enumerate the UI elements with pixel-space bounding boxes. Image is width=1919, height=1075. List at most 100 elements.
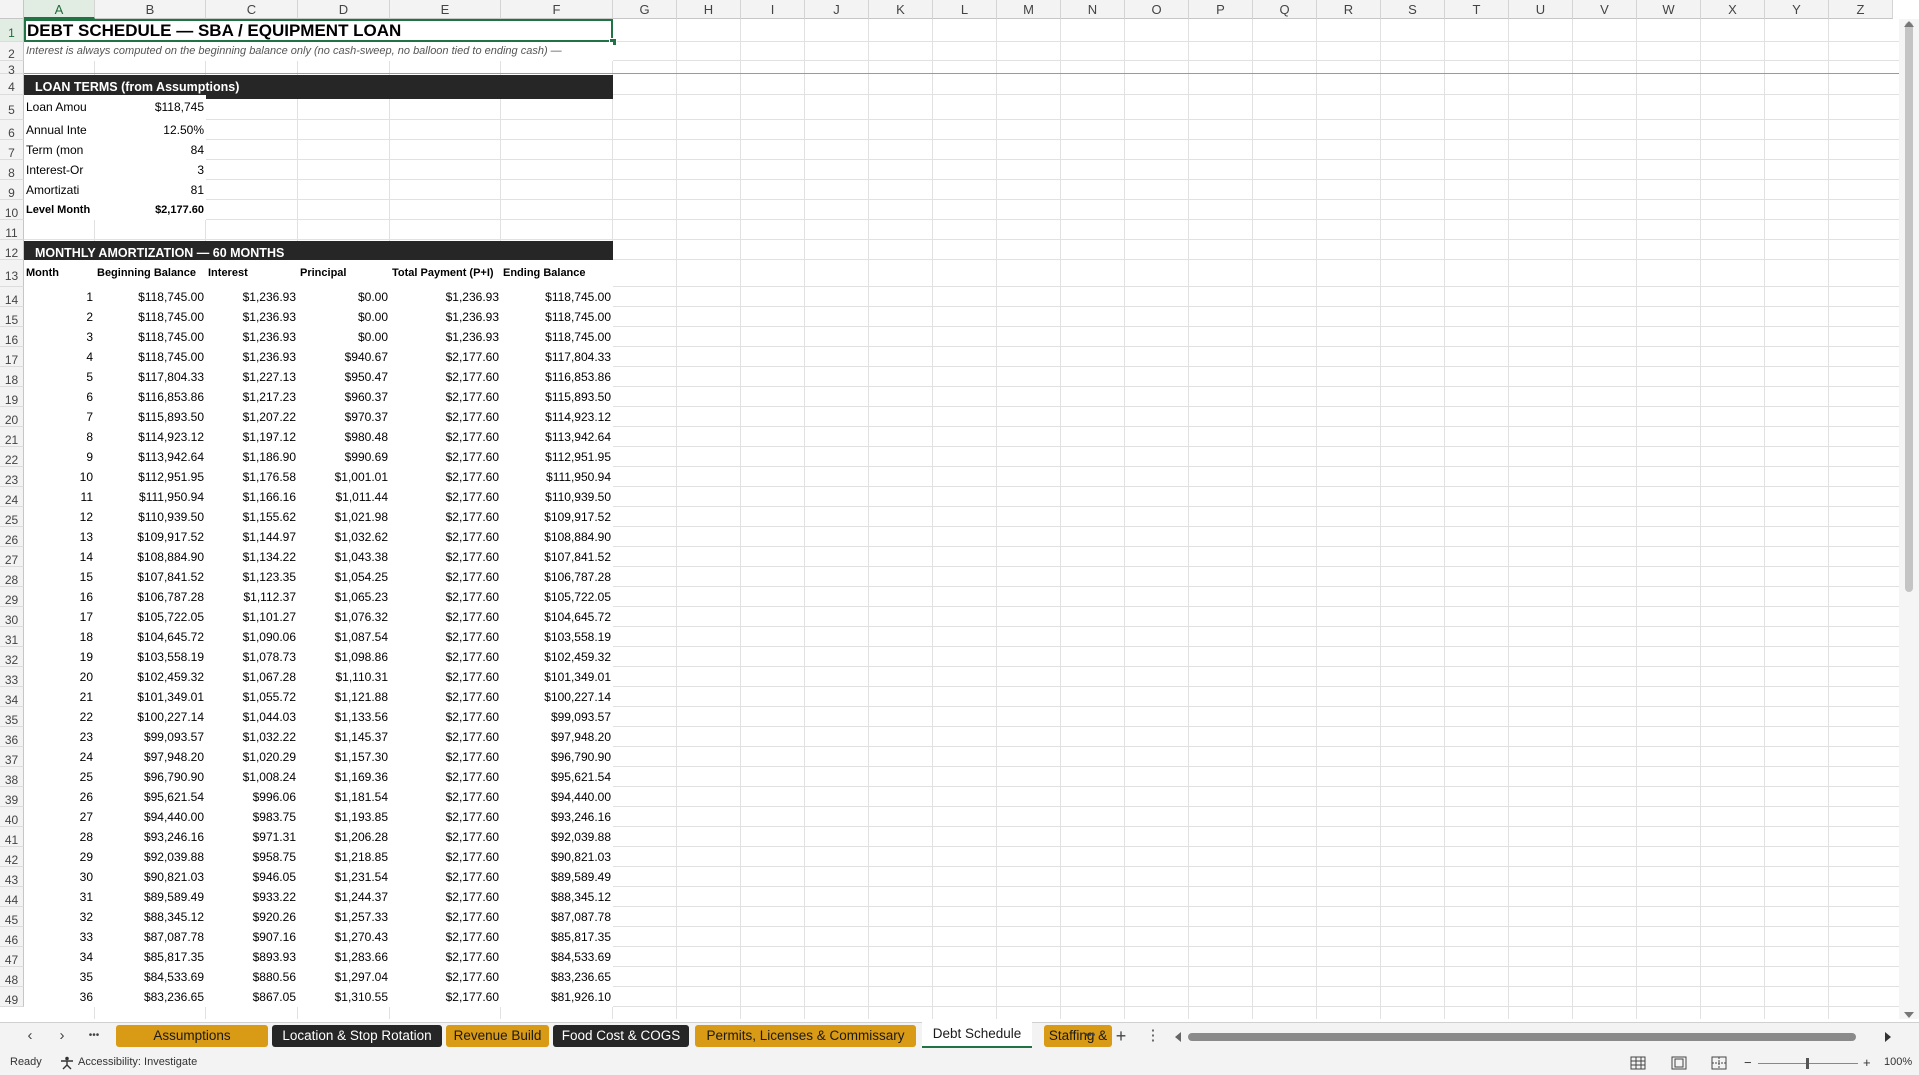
row-header-6[interactable]: 6 bbox=[0, 120, 24, 140]
column-header-h[interactable]: H bbox=[677, 0, 741, 19]
row-header-4[interactable]: 4 bbox=[0, 74, 24, 95]
row-header-24[interactable]: 24 bbox=[0, 487, 24, 507]
row-header-17[interactable]: 17 bbox=[0, 347, 24, 367]
normal-view-icon[interactable] bbox=[1630, 1056, 1646, 1070]
column-header-l[interactable]: L bbox=[933, 0, 997, 19]
column-header-y[interactable]: Y bbox=[1765, 0, 1829, 19]
accessibility-status[interactable]: Accessibility: Investigate bbox=[78, 1055, 197, 1070]
column-header-u[interactable]: U bbox=[1509, 0, 1573, 19]
row-header-42[interactable]: 42 bbox=[0, 847, 24, 867]
row-header-11[interactable]: 11 bbox=[0, 220, 24, 240]
column-header-f[interactable]: F bbox=[501, 0, 613, 19]
row-header-25[interactable]: 25 bbox=[0, 507, 24, 527]
prev-sheet-button[interactable]: ‹ bbox=[20, 1027, 40, 1045]
column-header-e[interactable]: E bbox=[390, 0, 501, 19]
column-header-s[interactable]: S bbox=[1381, 0, 1445, 19]
column-header-a[interactable]: A bbox=[24, 0, 95, 19]
row-header-18[interactable]: 18 bbox=[0, 367, 24, 387]
select-all-corner[interactable] bbox=[0, 0, 24, 19]
row-header-29[interactable]: 29 bbox=[0, 587, 24, 607]
sheet-tab-assumptions[interactable]: Assumptions bbox=[116, 1025, 268, 1047]
scroll-up-icon[interactable] bbox=[1903, 20, 1915, 28]
row-header-34[interactable]: 34 bbox=[0, 687, 24, 707]
row-header-33[interactable]: 33 bbox=[0, 667, 24, 687]
row-header-28[interactable]: 28 bbox=[0, 567, 24, 587]
accessibility-icon[interactable] bbox=[60, 1056, 74, 1070]
row-header-27[interactable]: 27 bbox=[0, 547, 24, 567]
row-header-23[interactable]: 23 bbox=[0, 467, 24, 487]
row-header-5[interactable]: 5 bbox=[0, 95, 24, 120]
row-header-31[interactable]: 31 bbox=[0, 627, 24, 647]
column-header-g[interactable]: G bbox=[613, 0, 677, 19]
row-header-45[interactable]: 45 bbox=[0, 907, 24, 927]
active-cell-selection[interactable] bbox=[24, 19, 613, 42]
row-header-9[interactable]: 9 bbox=[0, 180, 24, 200]
column-header-q[interactable]: Q bbox=[1253, 0, 1317, 19]
zoom-out-button[interactable]: − bbox=[1744, 1055, 1752, 1070]
horizontal-scroll-thumb[interactable] bbox=[1188, 1033, 1856, 1041]
sheet-tab-staffing[interactable]: Staffing & bbox=[1044, 1025, 1112, 1047]
sheet-options-button[interactable]: ⋮ bbox=[1143, 1027, 1163, 1045]
column-header-o[interactable]: O bbox=[1125, 0, 1189, 19]
row-header-20[interactable]: 20 bbox=[0, 407, 24, 427]
column-header-v[interactable]: V bbox=[1573, 0, 1637, 19]
scroll-left-icon[interactable] bbox=[1174, 1032, 1182, 1042]
scroll-right-icon[interactable] bbox=[1884, 1032, 1892, 1042]
row-header-40[interactable]: 40 bbox=[0, 807, 24, 827]
sheet-tab-food-cost-cogs[interactable]: Food Cost & COGS bbox=[553, 1025, 689, 1047]
row-header-39[interactable]: 39 bbox=[0, 787, 24, 807]
more-sheets-left-button[interactable]: ••• bbox=[84, 1027, 104, 1045]
row-header-12[interactable]: 12 bbox=[0, 240, 24, 260]
row-header-3[interactable]: 3 bbox=[0, 61, 24, 77]
sheet-tab-permits-licenses-commissary[interactable]: Permits, Licenses & Commissary bbox=[695, 1025, 916, 1047]
row-header-13[interactable]: 13 bbox=[0, 260, 24, 287]
column-header-j[interactable]: J bbox=[805, 0, 869, 19]
zoom-in-button[interactable]: + bbox=[1863, 1055, 1871, 1070]
column-header-w[interactable]: W bbox=[1637, 0, 1701, 19]
row-header-2[interactable]: 2 bbox=[0, 42, 24, 61]
sheet-tab-revenue-build[interactable]: Revenue Build bbox=[446, 1025, 549, 1047]
zoom-level[interactable]: 100% bbox=[1884, 1055, 1912, 1070]
row-header-44[interactable]: 44 bbox=[0, 887, 24, 907]
column-header-d[interactable]: D bbox=[298, 0, 390, 19]
row-header-32[interactable]: 32 bbox=[0, 647, 24, 667]
page-layout-icon[interactable] bbox=[1671, 1056, 1687, 1070]
zoom-slider-thumb[interactable] bbox=[1806, 1058, 1809, 1069]
column-header-p[interactable]: P bbox=[1189, 0, 1253, 19]
row-header-22[interactable]: 22 bbox=[0, 447, 24, 467]
sheet-tab-location-stop-rotation[interactable]: Location & Stop Rotation bbox=[272, 1025, 442, 1047]
row-header-36[interactable]: 36 bbox=[0, 727, 24, 747]
row-header-19[interactable]: 19 bbox=[0, 387, 24, 407]
row-header-47[interactable]: 47 bbox=[0, 947, 24, 967]
vertical-scroll-thumb[interactable] bbox=[1905, 22, 1913, 592]
page-break-preview-icon[interactable] bbox=[1711, 1056, 1727, 1070]
column-header-k[interactable]: K bbox=[869, 0, 933, 19]
row-header-14[interactable]: 14 bbox=[0, 287, 24, 307]
row-header-35[interactable]: 35 bbox=[0, 707, 24, 727]
row-header-7[interactable]: 7 bbox=[0, 140, 24, 160]
row-header-8[interactable]: 8 bbox=[0, 160, 24, 180]
sheet-tab-debt-schedule[interactable]: Debt Schedule bbox=[922, 1022, 1032, 1048]
column-header-m[interactable]: M bbox=[997, 0, 1061, 19]
scroll-down-icon[interactable] bbox=[1903, 1011, 1915, 1019]
row-header-26[interactable]: 26 bbox=[0, 527, 24, 547]
more-sheets-right-button[interactable]: ••• bbox=[1080, 1027, 1100, 1045]
column-header-b[interactable]: B bbox=[95, 0, 206, 19]
column-header-i[interactable]: I bbox=[741, 0, 805, 19]
column-header-n[interactable]: N bbox=[1061, 0, 1125, 19]
column-header-t[interactable]: T bbox=[1445, 0, 1509, 19]
row-header-1[interactable]: 1 bbox=[0, 19, 24, 42]
row-header-46[interactable]: 46 bbox=[0, 927, 24, 947]
row-header-21[interactable]: 21 bbox=[0, 427, 24, 447]
row-header-30[interactable]: 30 bbox=[0, 607, 24, 627]
next-sheet-button[interactable]: › bbox=[52, 1027, 72, 1045]
row-header-10[interactable]: 10 bbox=[0, 200, 24, 220]
column-header-r[interactable]: R bbox=[1317, 0, 1381, 19]
row-header-49[interactable]: 49 bbox=[0, 987, 24, 1007]
row-header-43[interactable]: 43 bbox=[0, 867, 24, 887]
row-header-48[interactable]: 48 bbox=[0, 967, 24, 987]
column-header-x[interactable]: X bbox=[1701, 0, 1765, 19]
row-header-16[interactable]: 16 bbox=[0, 327, 24, 347]
row-header-15[interactable]: 15 bbox=[0, 307, 24, 327]
row-header-38[interactable]: 38 bbox=[0, 767, 24, 787]
